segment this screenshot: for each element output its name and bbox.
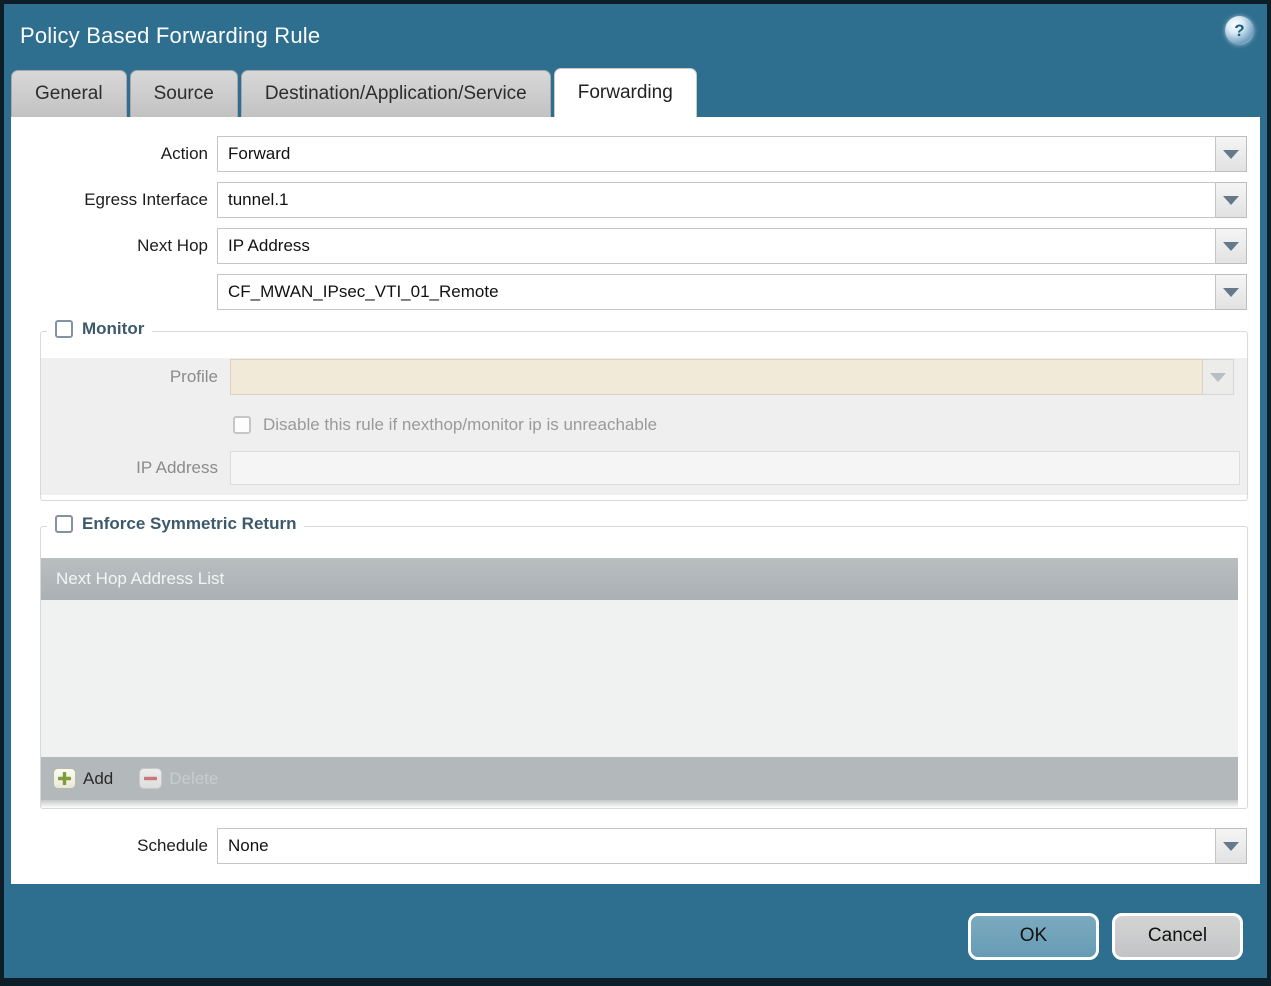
dropdown-arrow-icon <box>1223 149 1239 159</box>
next-hop-type-select[interactable]: IP Address <box>217 228 1216 264</box>
action-dropdown-button[interactable] <box>1216 136 1247 172</box>
monitor-checkbox[interactable] <box>55 320 73 338</box>
cancel-button[interactable]: Cancel <box>1112 912 1243 960</box>
add-button[interactable]: Add <box>53 768 113 789</box>
schedule-label: Schedule <box>137 836 208 855</box>
egress-interface-dropdown-button[interactable] <box>1216 182 1247 218</box>
action-select[interactable]: Forward <box>217 136 1216 172</box>
next-hop-address-list-table: Next Hop Address List Add Delete <box>41 558 1238 808</box>
tab-general[interactable]: General <box>11 70 127 117</box>
dropdown-arrow-icon <box>1223 241 1239 251</box>
next-hop-address-list-header: Next Hop Address List <box>41 558 1238 600</box>
tab-forwarding[interactable]: Forwarding <box>553 68 697 117</box>
egress-interface-label: Egress Interface <box>84 190 208 209</box>
enforce-symmetric-return-checkbox[interactable] <box>55 515 73 533</box>
add-plus-icon <box>53 768 76 789</box>
next-hop-label: Next Hop <box>137 236 208 255</box>
schedule-dropdown-button[interactable] <box>1216 828 1247 864</box>
schedule-select[interactable]: None <box>217 828 1216 864</box>
next-hop-address-dropdown-button[interactable] <box>1216 274 1247 310</box>
tab-strip: General Source Destination/Application/S… <box>4 68 1267 117</box>
next-hop-row: Next Hop IP Address <box>11 228 1247 264</box>
disable-rule-checkbox <box>233 415 251 434</box>
profile-label: Profile <box>169 367 218 386</box>
next-hop-address-select[interactable]: CF_MWAN_IPsec_VTI_01_Remote <box>217 274 1216 310</box>
tab-source[interactable]: Source <box>129 70 238 117</box>
delete-button: Delete <box>139 768 218 789</box>
dropdown-arrow-icon <box>1223 841 1239 851</box>
monitor-ip-address-label: IP Address <box>136 458 218 477</box>
egress-interface-row: Egress Interface tunnel.1 <box>11 182 1247 218</box>
delete-button-label: Delete <box>169 768 219 788</box>
monitor-panel: Profile Disable this rule if nexthop/mon… <box>41 358 1247 495</box>
add-button-label: Add <box>83 768 114 788</box>
enforce-symmetric-return-section: Enforce Symmetric Return Next Hop Addres… <box>40 514 1248 809</box>
help-glyph: ? <box>1234 20 1245 40</box>
dialog-window: Policy Based Forwarding Rule ? General S… <box>0 0 1271 986</box>
profile-row: Profile <box>41 359 1234 395</box>
next-hop-address-list-body <box>41 600 1238 757</box>
dropdown-arrow-icon <box>1210 372 1226 382</box>
monitor-ip-address-row: IP Address <box>41 451 1240 485</box>
dialog-title: Policy Based Forwarding Rule <box>20 23 321 48</box>
next-hop-address-row: CF_MWAN_IPsec_VTI_01_Remote <box>11 274 1247 310</box>
monitor-section-label: Monitor <box>82 319 145 338</box>
action-label: Action <box>160 144 208 163</box>
profile-select <box>230 359 1203 395</box>
ok-button[interactable]: OK <box>968 912 1099 960</box>
schedule-row: Schedule None <box>11 828 1247 864</box>
dropdown-arrow-icon <box>1223 287 1239 297</box>
monitor-ip-address-input <box>230 451 1240 485</box>
action-row: Action Forward <box>11 136 1247 172</box>
tab-destination-application-service[interactable]: Destination/Application/Service <box>240 70 551 117</box>
dialog-footer: OK Cancel <box>4 884 1267 978</box>
delete-minus-icon <box>139 768 163 789</box>
monitor-section: Monitor Profile Disable this rule if nex… <box>40 319 1248 501</box>
dropdown-arrow-icon <box>1223 195 1239 205</box>
table-shadow <box>41 800 1238 808</box>
disable-rule-row: Disable this rule if nexthop/monitor ip … <box>233 412 1247 437</box>
enforce-symmetric-return-label: Enforce Symmetric Return <box>82 514 297 533</box>
egress-interface-select[interactable]: tunnel.1 <box>217 182 1216 218</box>
title-bar: Policy Based Forwarding Rule ? <box>4 4 1267 68</box>
next-hop-address-list-footer: Add Delete <box>41 757 1238 800</box>
forwarding-tab-panel: Action Forward Egress Interface tunnel.1… <box>11 117 1260 884</box>
next-hop-dropdown-button[interactable] <box>1216 228 1247 264</box>
help-icon[interactable]: ? <box>1225 16 1254 45</box>
profile-dropdown-button <box>1203 359 1234 395</box>
disable-rule-label: Disable this rule if nexthop/monitor ip … <box>263 414 658 434</box>
